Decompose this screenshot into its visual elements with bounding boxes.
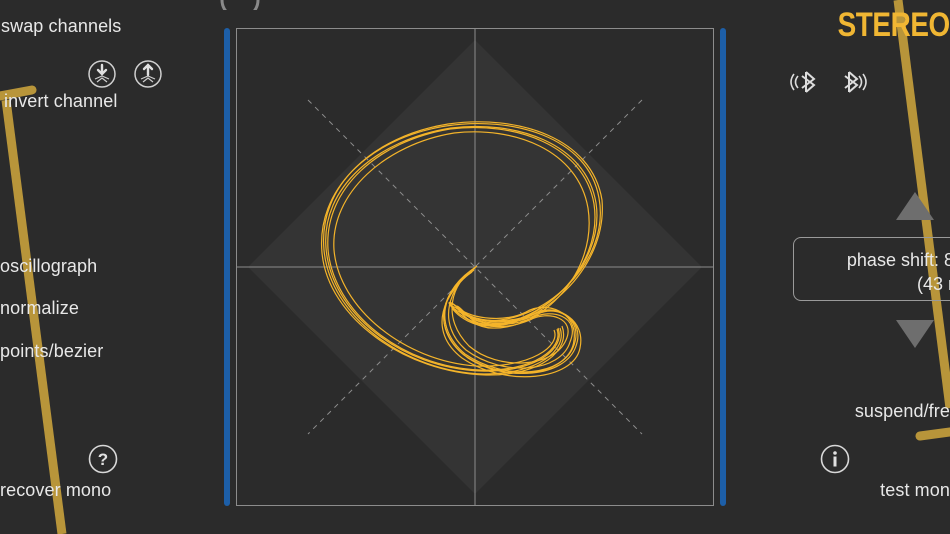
app-logo: STEREO [837,6,950,44]
bluetooth-left-icon[interactable] [789,68,823,96]
normalize-toggle[interactable]: normalize [0,298,79,319]
left-level-bar [224,28,230,506]
swap-channels-toggle[interactable]: swap channels [1,16,121,37]
recover-mono-toggle[interactable]: recover mono [0,480,111,501]
triangle-up-icon[interactable] [894,190,936,222]
bluetooth-right-icon[interactable] [834,68,868,96]
points-bezier-toggle[interactable]: points/bezier [0,341,103,362]
question-icon[interactable]: ? [88,444,118,474]
oscilloscope-display[interactable] [236,28,714,506]
info-icon[interactable] [820,444,850,474]
triangle-down-icon[interactable] [894,318,936,350]
import-icon[interactable] [87,59,117,89]
test-mono-toggle[interactable]: test mon [880,480,950,501]
phase-shift-value: phase shift: 85 s [846,250,950,270]
right-level-bar [720,28,726,506]
invert-channel-toggle[interactable]: invert channel [4,91,117,112]
svg-text:?: ? [98,450,108,469]
top-knob-icon[interactable] [218,0,262,10]
gold-line-right-bottom [915,427,950,441]
phase-shift-ms: (43 ms) [916,274,950,294]
export-icon[interactable] [133,59,163,89]
oscillograph-toggle[interactable]: oscillograph [0,256,97,277]
phase-shift-display: phase shift: 85 s (43 ms) [793,237,950,301]
suspend-freeze-toggle[interactable]: suspend/fre [855,401,950,422]
